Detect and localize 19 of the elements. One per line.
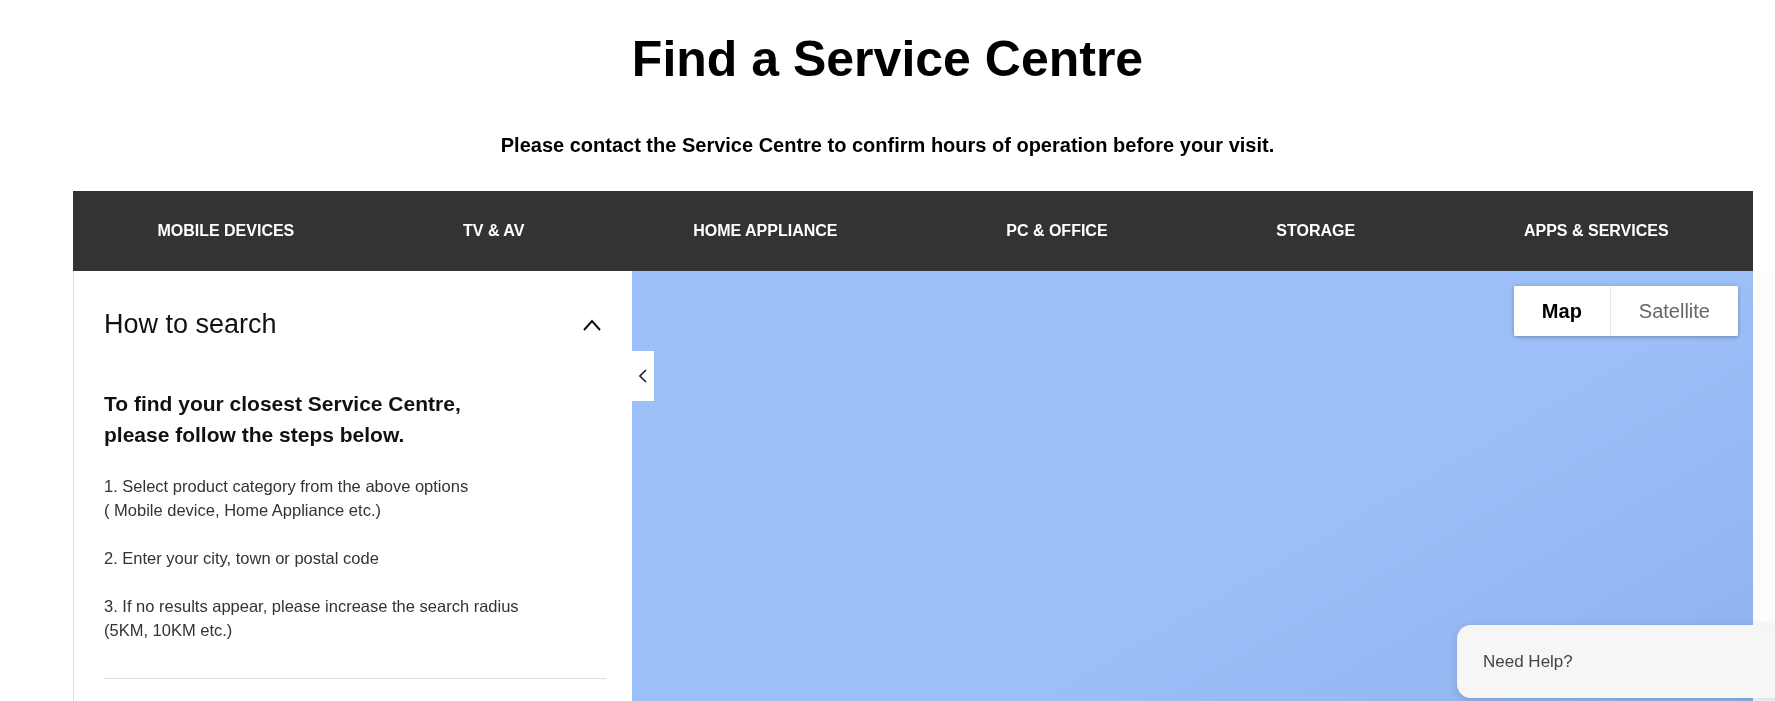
category-tab[interactable]: PC & OFFICE xyxy=(996,216,1118,246)
category-tab[interactable]: APPS & SERVICES xyxy=(1513,216,1679,246)
page-title: Find a Service Centre xyxy=(630,30,1145,88)
category-tab[interactable]: STORAGE xyxy=(1266,216,1366,246)
category-tab[interactable]: MOBILE DEVICES xyxy=(147,216,305,246)
category-tab[interactable]: TV & AV xyxy=(453,216,535,246)
map-type-button[interactable]: Satellite xyxy=(1610,286,1738,336)
chevron-icon[interactable] xyxy=(582,318,602,331)
help-button[interactable]: Need Help? xyxy=(1457,625,1775,698)
intro-text: To find your closest Service Centre, please follow the steps below. xyxy=(104,391,462,448)
step-text: 2. Enter your city, town or postal code xyxy=(104,548,380,569)
step-text: 3. If no results appear, please increase the search radius (5KM, 10KM etc.) xyxy=(104,596,520,641)
step-text: 1. Select product category from the above options ( Mobile device, Home Appliance etc.) xyxy=(104,476,470,521)
panel-title: How to search xyxy=(104,309,277,340)
map-type-button[interactable]: Map xyxy=(1513,286,1611,336)
category-tab[interactable]: HOME APPLIANCE xyxy=(683,216,848,246)
chevron-left-icon xyxy=(639,369,647,383)
collapse-button[interactable] xyxy=(632,351,654,401)
page-subtitle: Please contact the Service Centre to confirm hours of operation before your visit. xyxy=(499,134,1276,157)
